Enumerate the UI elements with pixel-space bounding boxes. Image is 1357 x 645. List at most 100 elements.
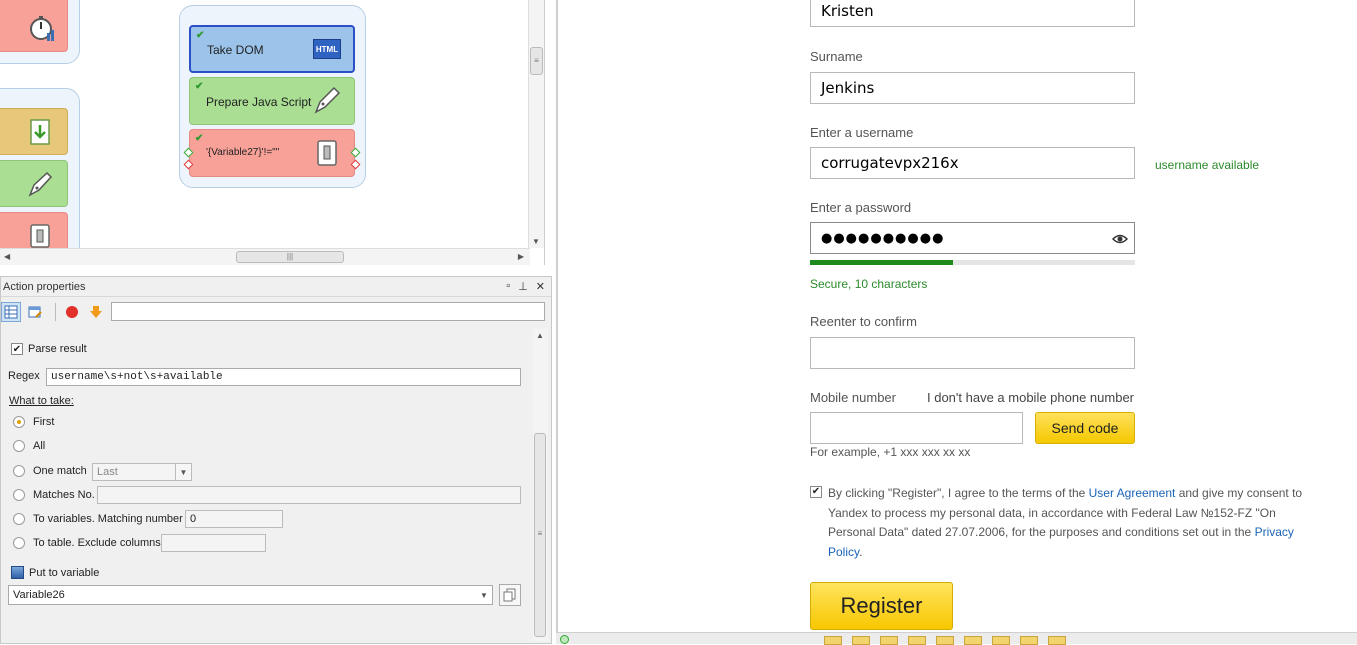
browser-viewport: Kristen Surname Jenkins Enter a username… [556,0,1357,632]
chevron-down-icon[interactable]: ▼ [476,586,492,604]
mobile-input[interactable] [810,412,1023,444]
regex-row: Regex [8,370,40,382]
option-label: Matches No. [33,489,95,501]
status-bar [556,632,1357,645]
chevron-down-icon[interactable]: ▼ [175,464,191,480]
close-icon[interactable]: ✕ [536,280,545,293]
mobile-label: Mobile number [810,390,896,405]
panel-controls: ▫ ⊥ ✕ [506,280,545,293]
canvas-horizontal-scrollbar[interactable]: ◀ ||| ▶ [0,248,530,265]
html-icon: HTML [313,39,341,59]
eye-icon[interactable] [1112,231,1128,247]
option-to-variables[interactable]: To variables. Matching number [13,513,183,525]
option-one-match[interactable]: One match [13,465,87,477]
record-icon[interactable] [62,302,82,322]
scrollbar-thumb[interactable]: ≡ [530,47,543,75]
option-to-table-radio[interactable] [13,537,25,549]
arrow-down-icon[interactable] [86,302,106,322]
option-all[interactable]: All [13,440,45,452]
put-to-variable-label: Put to variable [29,566,100,579]
matching-number-value: 0 [190,513,197,525]
one-match-select[interactable]: Last ▼ [92,463,192,481]
surname-label: Surname [810,49,863,64]
matching-number-input[interactable]: 0 [185,510,283,528]
edit-window-icon[interactable] [25,302,45,322]
password-strength-fill [810,260,953,265]
first-name-value: Kristen [821,2,874,20]
stopwatch-icon [30,16,54,41]
option-first[interactable]: First [13,416,54,428]
matches-no-input[interactable] [97,486,521,504]
variable-icon [11,566,24,579]
option-first-radio[interactable] [13,416,25,428]
block-label: '{Variable27}'!="" [206,147,280,158]
first-name-input[interactable]: Kristen [810,0,1135,27]
regex-input[interactable]: username\s+not\s+available [46,368,521,386]
workflow-block-prepare-js[interactable]: ✔ Prepare Java Script [189,77,355,125]
agreement-block: ✔ By clicking "Register", I agree to the… [810,484,1310,562]
regex-label: Regex [8,370,40,382]
send-code-button[interactable]: Send code [1035,412,1135,444]
scroll-right-arrow-icon[interactable]: ▶ [518,252,524,261]
toolbar-separator [55,303,56,321]
surname-value: Jenkins [821,79,875,97]
password-secure-text: Secure, 10 characters [810,277,928,291]
put-to-variable-row[interactable]: Put to variable [11,566,99,579]
scroll-down-arrow-icon[interactable]: ▼ [532,237,540,246]
what-to-take-row: What to take: [9,395,74,407]
register-label: Register [840,593,923,618]
panel-titlebar: Action properties [1,277,551,297]
switch-icon [30,224,50,248]
user-agreement-link[interactable]: User Agreement [1089,486,1176,500]
workflow-block-pen[interactable] [0,160,68,207]
props-toolbar [1,300,551,324]
workflow-block-condition[interactable]: ✔ '{Variable27}'!="" [189,129,355,177]
scroll-up-arrow-icon[interactable]: ▲ [536,331,544,340]
scrollbar-thumb[interactable]: ≡ [534,433,546,637]
properties-view-icon[interactable] [1,302,21,322]
props-vertical-scrollbar[interactable]: ▲ ≡ [533,329,548,641]
scroll-left-arrow-icon[interactable]: ◀ [4,252,10,261]
no-mobile-link[interactable]: I don't have a mobile phone number [927,390,1134,405]
exclude-columns-input[interactable] [161,534,266,552]
password-input[interactable]: ●●●●●●●●●● [810,222,1135,254]
scrollbar-thumb[interactable]: ||| [236,251,344,263]
download-icon [30,119,50,145]
pin-icon[interactable]: ⊥ [518,280,528,293]
surname-input[interactable]: Jenkins [810,72,1135,104]
parse-result-row[interactable]: ✔ Parse result [11,343,87,355]
switch-icon [317,140,337,166]
copy-icon[interactable] [499,584,521,606]
option-label: To table. Exclude columns [33,537,161,549]
register-button[interactable]: Register [810,582,953,630]
confirm-password-input[interactable] [810,337,1135,369]
workflow-block-download[interactable] [0,108,68,155]
option-matches-no-radio[interactable] [13,489,25,501]
option-one-match-radio[interactable] [13,465,25,477]
action-name-input[interactable] [111,302,545,321]
action-properties-panel: Action properties ▫ ⊥ ✕ ✔ Parse result R… [0,276,552,644]
option-label: To variables. Matching number [33,513,183,525]
workflow-canvas[interactable]: ✔ Take DOM HTML ✔ Prepare Java Script ✔ … [0,0,545,265]
option-label: First [33,416,55,428]
parse-result-checkbox[interactable]: ✔ [11,343,23,355]
canvas-vertical-scrollbar[interactable]: ≡ ▼ [528,0,544,248]
option-to-table[interactable]: To table. Exclude columns [13,537,161,549]
what-to-take-label: What to take: [9,395,74,407]
html-badge-text: HTML [315,44,339,54]
option-to-variables-radio[interactable] [13,513,25,525]
agreement-checkbox[interactable]: ✔ [810,486,822,498]
password-strength-bar [810,260,1135,265]
username-input[interactable]: corrugatevpx216x [810,147,1135,179]
username-status: username available [1155,158,1260,172]
variable-select[interactable]: Variable26 ▼ [8,585,493,605]
pen-icon [28,171,53,197]
workflow-block-timer[interactable] [0,0,68,52]
block-label: Prepare Java Script [206,95,312,109]
workflow-block-take-dom[interactable]: ✔ Take DOM HTML [189,25,355,73]
pen-icon [314,86,341,114]
block-label: Take DOM [207,43,264,57]
option-matches-no[interactable]: Matches No. [13,489,95,501]
maximize-icon[interactable]: ▫ [506,280,510,293]
option-all-radio[interactable] [13,440,25,452]
